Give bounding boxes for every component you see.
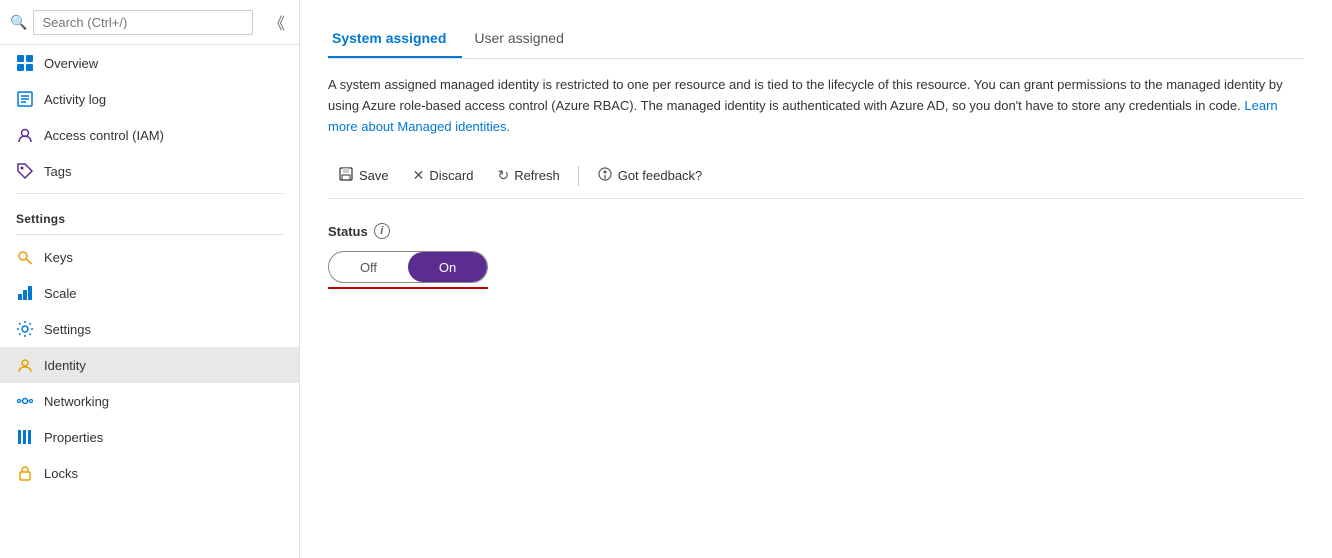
feedback-icon <box>597 166 613 185</box>
feedback-label: Got feedback? <box>618 168 703 183</box>
settings-divider <box>16 234 283 235</box>
properties-icon <box>16 428 34 446</box>
search-icon: 🔍 <box>10 14 27 31</box>
feedback-button[interactable]: Got feedback? <box>587 161 713 190</box>
keys-icon <box>16 248 34 266</box>
refresh-button[interactable]: ↻ Refresh <box>487 162 569 189</box>
discard-button[interactable]: ✕ Discard <box>403 162 484 189</box>
overview-icon <box>16 54 34 72</box>
identity-icon <box>16 356 34 374</box>
save-label: Save <box>359 168 389 183</box>
sidebar-item-access-control-label: Access control (IAM) <box>44 128 164 143</box>
sidebar-nav: Overview Activity log Access control <box>0 45 299 558</box>
toggle-on-option[interactable]: On <box>408 252 487 282</box>
main-content: System assigned User assigned A system a… <box>300 0 1332 558</box>
toggle-off-option[interactable]: Off <box>329 252 408 282</box>
sidebar-item-networking-label: Networking <box>44 394 109 409</box>
discard-label: Discard <box>429 168 473 183</box>
settings-section-label: Settings <box>0 198 299 230</box>
sidebar-item-identity-label: Identity <box>44 358 86 373</box>
sidebar-item-settings-label: Settings <box>44 322 91 337</box>
sidebar-item-activity-log[interactable]: Activity log <box>0 81 299 117</box>
locks-icon <box>16 464 34 482</box>
sidebar-item-overview[interactable]: Overview <box>0 45 299 81</box>
status-info-icon[interactable]: i <box>374 223 390 239</box>
save-button[interactable]: Save <box>328 161 399 190</box>
sidebar-item-networking[interactable]: Networking <box>0 383 299 419</box>
networking-icon <box>16 392 34 410</box>
search-input[interactable] <box>33 10 253 35</box>
status-text: Status <box>328 224 368 239</box>
sidebar-item-access-control[interactable]: Access control (IAM) <box>0 117 299 153</box>
sidebar-item-tags[interactable]: Tags <box>0 153 299 189</box>
sidebar-item-keys-label: Keys <box>44 250 73 265</box>
divider <box>16 193 283 194</box>
description-text: A system assigned managed identity is re… <box>328 75 1288 137</box>
status-toggle[interactable]: Off On <box>328 251 488 283</box>
toggle-underline <box>328 287 488 289</box>
sidebar-item-overview-label: Overview <box>44 56 98 71</box>
search-box: 🔍 《 <box>0 0 299 45</box>
sidebar-item-tags-label: Tags <box>44 164 71 179</box>
sidebar-item-properties[interactable]: Properties <box>0 419 299 455</box>
sidebar-item-locks-label: Locks <box>44 466 78 481</box>
refresh-label: Refresh <box>514 168 560 183</box>
sidebar-item-keys[interactable]: Keys <box>0 239 299 275</box>
refresh-icon: ↻ <box>497 167 509 184</box>
status-section: Status i <box>328 223 1304 239</box>
sidebar-item-identity[interactable]: Identity <box>0 347 299 383</box>
sidebar-item-activity-log-label: Activity log <box>44 92 106 107</box>
save-icon <box>338 166 354 185</box>
settings-icon <box>16 320 34 338</box>
collapse-button[interactable]: 《 <box>265 8 289 36</box>
tab-system-assigned[interactable]: System assigned <box>328 20 462 58</box>
toggle-container: Off On <box>328 251 1304 283</box>
sidebar: 🔍 《 Overview <box>0 0 300 558</box>
toolbar-separator <box>578 166 579 186</box>
toolbar: Save ✕ Discard ↻ Refresh Got feedback? <box>328 153 1304 199</box>
scale-icon <box>16 284 34 302</box>
sidebar-item-scale-label: Scale <box>44 286 77 301</box>
tags-icon <box>16 162 34 180</box>
tab-user-assigned[interactable]: User assigned <box>470 20 580 58</box>
sidebar-item-settings[interactable]: Settings <box>0 311 299 347</box>
discard-icon: ✕ <box>413 167 425 184</box>
tabs-container: System assigned User assigned <box>328 20 1304 59</box>
activity-log-icon <box>16 90 34 108</box>
access-control-icon <box>16 126 34 144</box>
sidebar-item-locks[interactable]: Locks <box>0 455 299 491</box>
sidebar-item-properties-label: Properties <box>44 430 103 445</box>
sidebar-item-scale[interactable]: Scale <box>0 275 299 311</box>
